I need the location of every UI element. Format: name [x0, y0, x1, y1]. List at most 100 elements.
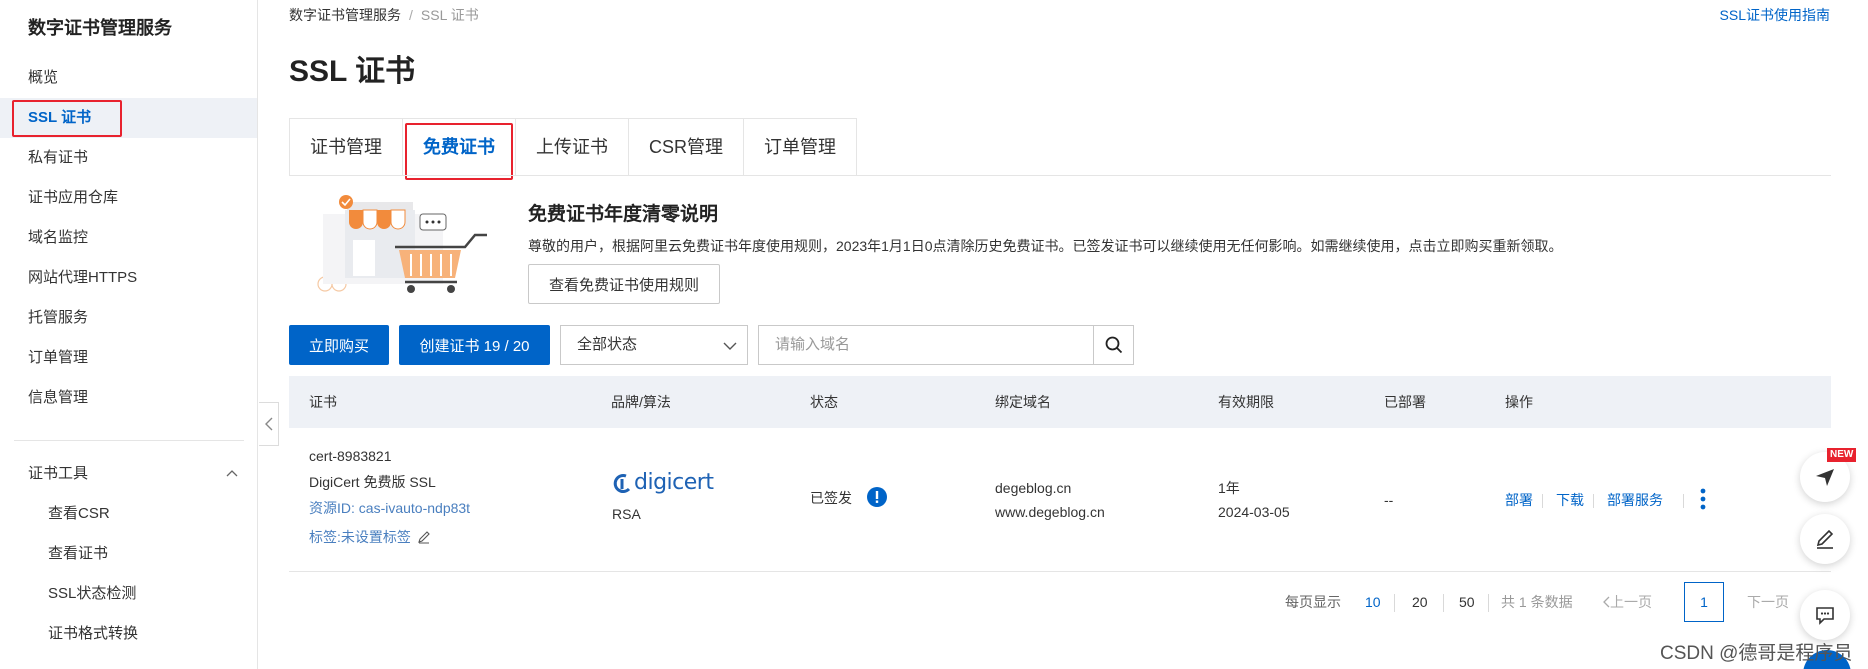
- edit-pencil-icon[interactable]: [417, 530, 431, 544]
- floating-edit-button[interactable]: [1800, 514, 1850, 564]
- page-number-current[interactable]: 1: [1684, 582, 1724, 622]
- cert-name: cert-8983821: [309, 448, 392, 464]
- highlight-box: [405, 123, 513, 180]
- sidebar-item-hosting[interactable]: 托管服务: [0, 298, 257, 338]
- action-divider: [1593, 494, 1594, 508]
- breadcrumb-root[interactable]: 数字证书管理服务: [289, 7, 401, 23]
- more-actions-icon[interactable]: [1700, 488, 1706, 510]
- sidebar-item-orders[interactable]: 订单管理: [0, 338, 257, 378]
- bound-domain-1: degeblog.cn: [995, 480, 1072, 496]
- column-header-brand: 品牌/算法: [611, 394, 671, 410]
- sidebar-subitem-view-cert[interactable]: 查看证书: [0, 534, 257, 574]
- status-select-value: 全部状态: [577, 336, 638, 353]
- resource-id: 资源ID: cas-ivauto-ndp83t: [309, 500, 471, 516]
- tab-free-cert[interactable]: 免费证书: [403, 119, 516, 180]
- search-button[interactable]: [1093, 325, 1134, 365]
- send-icon: [1816, 469, 1834, 486]
- status-text: 已签发: [810, 490, 852, 506]
- sidebar-subitem-ssl-check[interactable]: SSL状态检测: [0, 574, 257, 614]
- chevron-left-icon: [264, 417, 272, 431]
- bound-domain-2: www.degeblog.cn: [995, 504, 1105, 520]
- action-divider: [1683, 494, 1684, 508]
- page-size-50[interactable]: 50: [1459, 582, 1475, 622]
- page-title: SSL 证书: [289, 55, 416, 88]
- breadcrumb: 数字证书管理服务 / SSL 证书: [289, 5, 479, 25]
- page-size-divider: [1443, 594, 1444, 612]
- deploy-link[interactable]: 部署: [1505, 487, 1533, 513]
- tab-upload-cert[interactable]: 上传证书: [516, 119, 629, 176]
- page-size-divider: [1394, 594, 1395, 612]
- status-select[interactable]: 全部状态: [560, 325, 748, 365]
- sidebar-item-domain-monitor[interactable]: 域名监控: [0, 218, 257, 258]
- next-page-button[interactable]: 下一页: [1747, 582, 1789, 622]
- highlight-box: [12, 100, 122, 137]
- chevron-up-icon: [226, 470, 238, 477]
- sidebar-subitem-format-convert[interactable]: 证书格式转换: [0, 614, 257, 654]
- notice-title: 免费证书年度清零说明: [528, 204, 719, 225]
- tab-order-management[interactable]: 订单管理: [744, 119, 856, 176]
- prev-page-button[interactable]: 上一页: [1602, 582, 1652, 622]
- chevron-down-icon: [723, 342, 737, 350]
- expiry-date: 2024-03-05: [1218, 504, 1290, 520]
- view-free-cert-rules-button[interactable]: 查看免费证书使用规则: [528, 264, 720, 304]
- buy-now-button[interactable]: 立即购买: [289, 325, 389, 365]
- sidebar-group-cert-tools[interactable]: 证书工具: [28, 454, 238, 494]
- table-header: 证书 品牌/算法 状态 绑定域名 有效期限 已部署 操作: [289, 376, 1831, 428]
- digicert-mark-icon: [613, 473, 631, 493]
- chat-icon: [1816, 607, 1834, 625]
- sidebar: 数字证书管理服务 概览 SSL 证书 私有证书 证书应用仓库 域名监控 网站代理…: [0, 0, 258, 669]
- algorithm: RSA: [612, 506, 641, 522]
- page-size-20[interactable]: 20: [1412, 582, 1428, 622]
- column-header-domain: 绑定域名: [995, 394, 1051, 410]
- sidebar-item-proxy-https[interactable]: 网站代理HTTPS: [0, 258, 257, 298]
- shopping-cart-illustration: [317, 195, 487, 293]
- sidebar-title: 数字证书管理服务: [28, 18, 172, 38]
- cert-type: DigiCert 免费版 SSL: [309, 474, 436, 490]
- next-page-label: 下一页: [1747, 594, 1789, 610]
- prev-page-label: 上一页: [1610, 594, 1652, 610]
- cert-tag[interactable]: 标签:未设置标签: [309, 524, 431, 550]
- pencil-icon: [1816, 529, 1834, 549]
- ssl-guide-link[interactable]: SSL证书使用指南: [1720, 5, 1830, 25]
- brand-name: digicert: [634, 470, 714, 495]
- breadcrumb-separator: /: [409, 7, 413, 23]
- tabs-underline: [289, 175, 1831, 176]
- sidebar-subitem-view-csr[interactable]: 查看CSR: [0, 494, 257, 534]
- sidebar-item-overview[interactable]: 概览: [0, 58, 257, 98]
- group-title-label: 证书工具: [28, 465, 89, 482]
- sidebar-divider: [14, 440, 244, 441]
- create-cert-button[interactable]: 创建证书 19 / 20: [399, 325, 550, 365]
- breadcrumb-current: SSL 证书: [420, 7, 479, 23]
- new-badge: NEW: [1827, 448, 1857, 462]
- sidebar-item-ssl-cert[interactable]: SSL 证书: [0, 98, 257, 138]
- deployed-count: --: [1384, 492, 1394, 508]
- page-size-10[interactable]: 10: [1365, 582, 1381, 622]
- search-icon: [1105, 336, 1122, 354]
- notice-text: 尊敬的用户，根据阿里云免费证书年度使用规则，2023年1月1日0点清除历史免费证…: [528, 238, 1563, 254]
- column-header-status: 状态: [810, 394, 838, 410]
- action-divider: [1542, 494, 1543, 508]
- total-count: 共 1 条数据: [1501, 594, 1573, 610]
- cert-tag-label: 标签:未设置标签: [309, 529, 411, 545]
- watermark: CSDN @德哥是程序员: [1660, 643, 1853, 664]
- tab-cert-management[interactable]: 证书管理: [290, 119, 403, 176]
- domain-search-input[interactable]: 请输入域名: [758, 325, 1094, 365]
- sidebar-item-cert-repo[interactable]: 证书应用仓库: [0, 178, 257, 218]
- column-header-deployed: 已部署: [1384, 394, 1426, 410]
- sidebar-item-info[interactable]: 信息管理: [0, 378, 257, 418]
- page-size-divider: [1488, 594, 1489, 612]
- sidebar-item-private-cert[interactable]: 私有证书: [0, 138, 257, 178]
- tab-bar: 证书管理 免费证书 上传证书 CSR管理 订单管理: [289, 118, 858, 180]
- column-header-cert: 证书: [309, 394, 337, 410]
- chevron-left-icon: [1603, 596, 1610, 608]
- deploy-service-link[interactable]: 部署服务: [1607, 487, 1663, 513]
- tab-csr-management[interactable]: CSR管理: [629, 119, 745, 176]
- info-alert-icon[interactable]: [867, 487, 887, 507]
- digicert-logo: digicert: [612, 470, 714, 495]
- download-link[interactable]: 下载: [1556, 487, 1584, 513]
- floating-chat-button[interactable]: [1800, 590, 1850, 640]
- validity-period: 1年: [1218, 480, 1240, 496]
- column-header-validity: 有效期限: [1218, 394, 1274, 410]
- per-page-label: 每页显示: [1285, 594, 1341, 610]
- sidebar-collapse-toggle[interactable]: [259, 402, 279, 446]
